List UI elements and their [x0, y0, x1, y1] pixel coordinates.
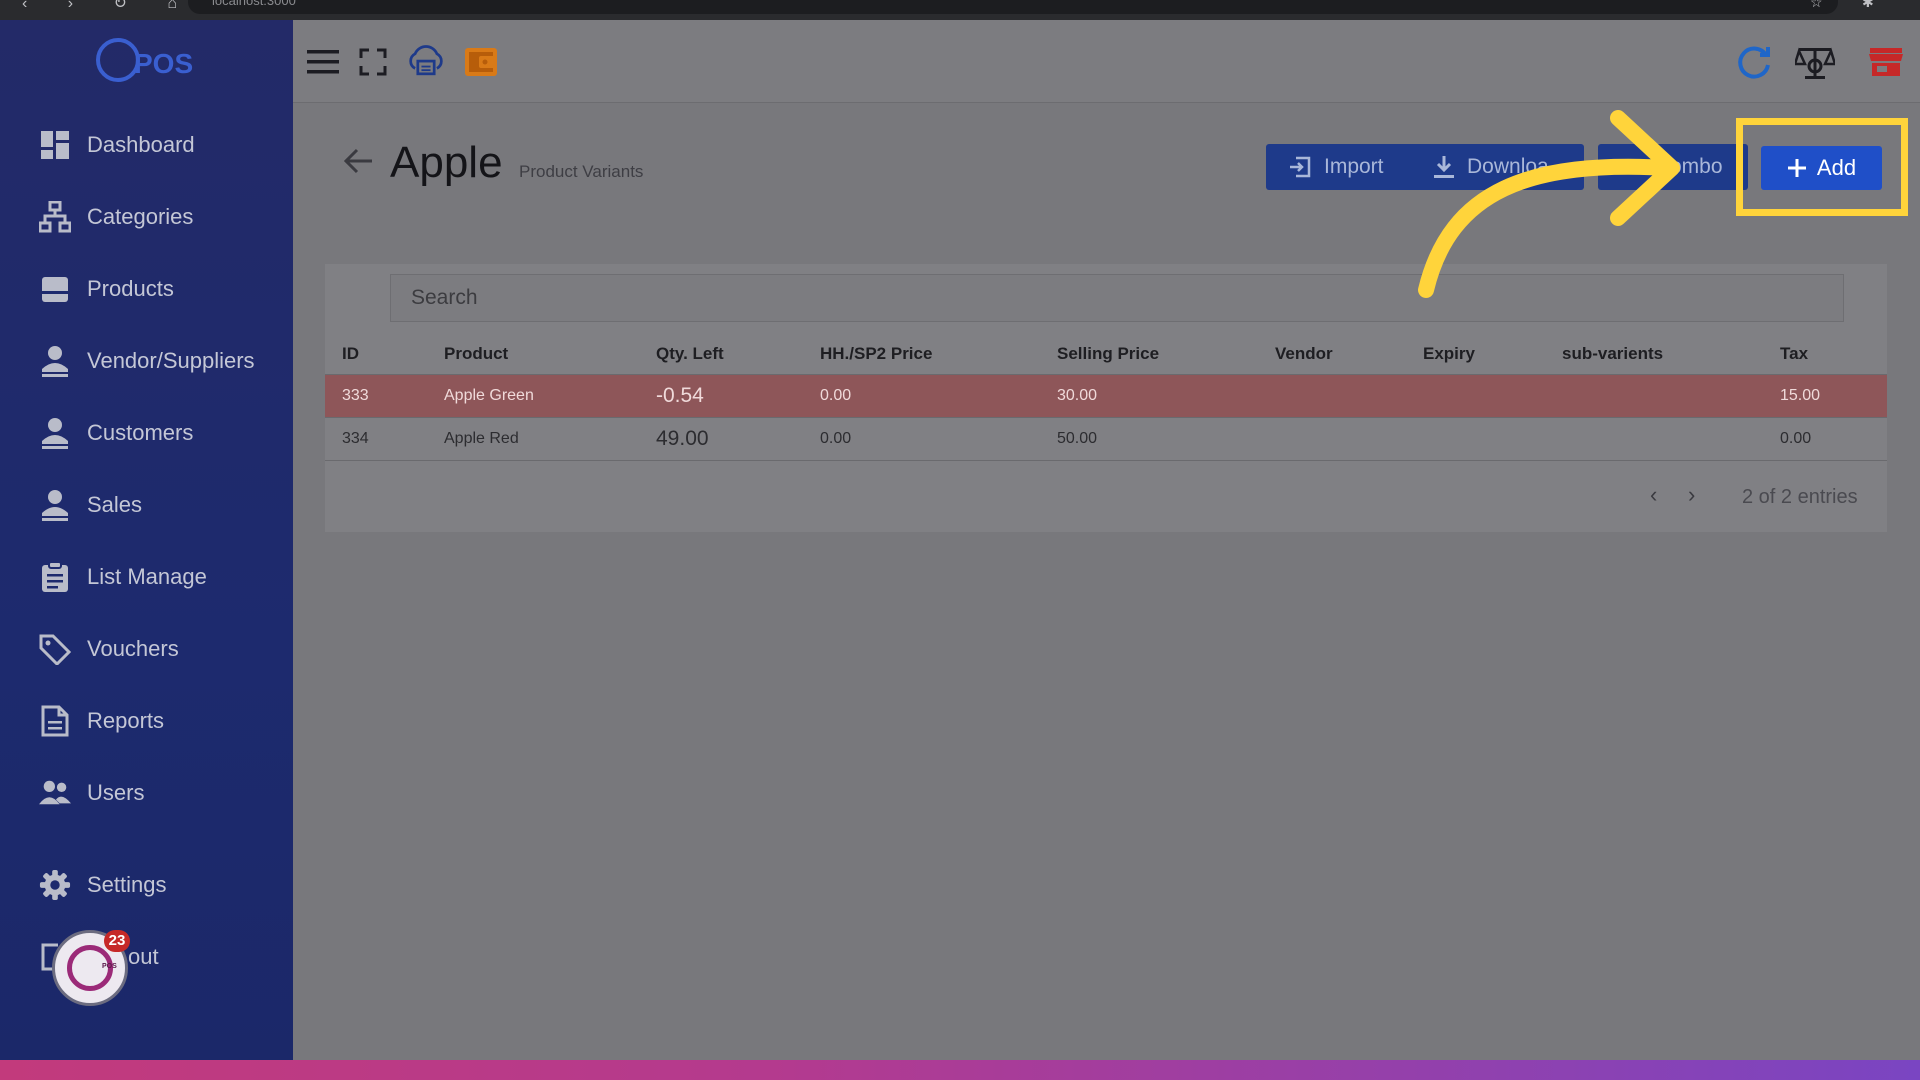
- sidebar-item-label: Customers: [87, 420, 194, 445]
- person-icon: [39, 489, 71, 521]
- cell-selling-price: 30.00: [1057, 374, 1275, 418]
- box-icon: [39, 273, 71, 305]
- sidebar-item-label: Vouchers: [87, 636, 179, 661]
- table-row[interactable]: 333 Apple Green -0.54 0.00 30.00 15.00: [325, 374, 1887, 418]
- sidebar-item-customers[interactable]: Customers: [0, 405, 293, 461]
- bookmark-star-icon[interactable]: ☆: [1810, 0, 1823, 11]
- sidebar-item-label: Reports: [87, 708, 165, 733]
- cell-qty-left: -0.54: [656, 374, 820, 418]
- sidebar-item-list-manage[interactable]: List Manage: [0, 549, 293, 605]
- sidebar-item-settings[interactable]: Settings: [0, 857, 293, 913]
- sidebar-item-label: out: [128, 944, 159, 969]
- cell-expiry: [1423, 417, 1562, 461]
- table-row[interactable]: 334 Apple Red 49.00 0.00 50.00 0.00: [325, 417, 1887, 461]
- pagination-summary: 2 of 2 entries: [1742, 486, 1858, 508]
- cell-tax: 15.00: [1780, 374, 1887, 418]
- cell-tax: 0.00: [1780, 417, 1887, 461]
- sidebar-item-dashboard[interactable]: Dashboard: [0, 117, 293, 173]
- add-button-highlight-box: [1736, 118, 1908, 216]
- sidebar-item-label: Products: [87, 276, 174, 301]
- cell-product: Apple Green: [444, 374, 656, 418]
- tag-icon: [39, 633, 71, 665]
- sidebar-item-vendor-suppliers[interactable]: Vendor/Suppliers: [0, 333, 293, 389]
- notification-badge: 23: [104, 930, 130, 952]
- cell-hh-sp2-price: 0.00: [820, 417, 1057, 461]
- clipboard-icon: [39, 561, 71, 593]
- cell-qty-left: 49.00: [656, 417, 820, 461]
- variants-table: ID Product Qty. Left HH./SP2 Price Selli…: [325, 334, 1887, 461]
- avatar-logo-text: POS: [102, 963, 117, 970]
- import-button-label: Import: [1324, 155, 1384, 178]
- import-icon: [1290, 156, 1311, 178]
- cell-selling-price: 50.00: [1057, 417, 1275, 461]
- column-header-expiry[interactable]: Expiry: [1423, 334, 1562, 375]
- person-icon: [39, 345, 71, 377]
- scale-icon[interactable]: [1795, 42, 1835, 82]
- users-icon: [39, 777, 71, 809]
- sidebar-item-label: Vendor/Suppliers: [87, 348, 255, 373]
- person-icon: [39, 417, 71, 449]
- sidebar: POS Dashboard Categories Products Vendor…: [0, 20, 293, 1060]
- sidebar-item-categories[interactable]: Categories: [0, 189, 293, 245]
- column-header-selling-price[interactable]: Selling Price: [1057, 334, 1275, 375]
- column-header-product[interactable]: Product: [444, 334, 656, 375]
- top-header: [293, 20, 1920, 103]
- next-page-chevron-icon[interactable]: ›: [1688, 482, 1695, 508]
- browser-nav-icons[interactable]: ‹ › ↻ ⌂: [22, 0, 195, 12]
- sidebar-item-reports[interactable]: Reports: [0, 693, 293, 749]
- sidebar-item-sales[interactable]: Sales: [0, 477, 293, 533]
- sidebar-item-users[interactable]: Users: [0, 765, 293, 821]
- gear-icon: [39, 869, 71, 901]
- column-header-sub-varients[interactable]: sub-varients: [1562, 334, 1780, 375]
- cell-id: 333: [325, 374, 444, 418]
- hamburger-menu-icon[interactable]: [303, 42, 343, 82]
- refresh-icon[interactable]: [1734, 42, 1774, 82]
- cell-vendor: [1275, 417, 1423, 461]
- previous-page-chevron-icon[interactable]: ‹: [1650, 482, 1657, 508]
- sidebar-item-label: List Manage: [87, 564, 207, 589]
- sidebar-item-label: Dashboard: [87, 132, 195, 157]
- page-title: Apple: [390, 138, 503, 187]
- sidebar-item-logout[interactable]: out: [0, 929, 293, 985]
- annotation-arrow: [1418, 110, 1680, 298]
- cell-id: 334: [325, 417, 444, 461]
- fullscreen-icon[interactable]: [353, 42, 393, 82]
- sidebar-item-label: Settings: [87, 872, 167, 897]
- browser-toolbar: ‹ › ↻ ⌂ localhost:3000 ☆ ✱: [0, 0, 1920, 20]
- bottom-gradient-bar: [0, 1060, 1920, 1080]
- cell-sub-varients: [1562, 374, 1780, 418]
- column-header-id[interactable]: ID: [325, 334, 444, 375]
- sidebar-item-vouchers[interactable]: Vouchers: [0, 621, 293, 677]
- store-icon[interactable]: [1866, 42, 1906, 82]
- column-header-tax[interactable]: Tax: [1780, 334, 1887, 375]
- pagination: ‹ › 2 of 2 entries: [1650, 482, 1870, 512]
- cloud-print-icon[interactable]: [406, 42, 446, 82]
- cell-sub-varients: [1562, 417, 1780, 461]
- table-header-row: ID Product Qty. Left HH./SP2 Price Selli…: [325, 334, 1887, 375]
- address-bar[interactable]: [188, 0, 1838, 14]
- logo-text: POS: [134, 48, 194, 79]
- document-icon: [39, 705, 71, 737]
- back-arrow-icon[interactable]: [343, 148, 380, 184]
- cell-expiry: [1423, 374, 1562, 418]
- wallet-icon[interactable]: [461, 42, 501, 82]
- column-header-vendor[interactable]: Vendor: [1275, 334, 1423, 375]
- app-logo[interactable]: POS: [96, 36, 216, 92]
- address-bar-url: localhost:3000: [212, 0, 296, 8]
- cell-vendor: [1275, 374, 1423, 418]
- sitemap-icon: [39, 201, 71, 233]
- cell-product: Apple Red: [444, 417, 656, 461]
- sidebar-item-label: Sales: [87, 492, 143, 517]
- dashboard-icon: [39, 129, 71, 161]
- cell-hh-sp2-price: 0.00: [820, 374, 1057, 418]
- column-header-hh-sp2-price[interactable]: HH./SP2 Price: [820, 334, 1057, 375]
- sidebar-item-label: Categories: [87, 204, 194, 229]
- sidebar-item-products[interactable]: Products: [0, 261, 293, 317]
- extensions-icon[interactable]: ✱: [1862, 0, 1874, 11]
- sidebar-item-label: Users: [87, 780, 145, 805]
- column-header-qty-left[interactable]: Qty. Left: [656, 334, 820, 375]
- import-button[interactable]: Import: [1288, 155, 1384, 179]
- page-subtitle: Product Variants: [519, 162, 644, 181]
